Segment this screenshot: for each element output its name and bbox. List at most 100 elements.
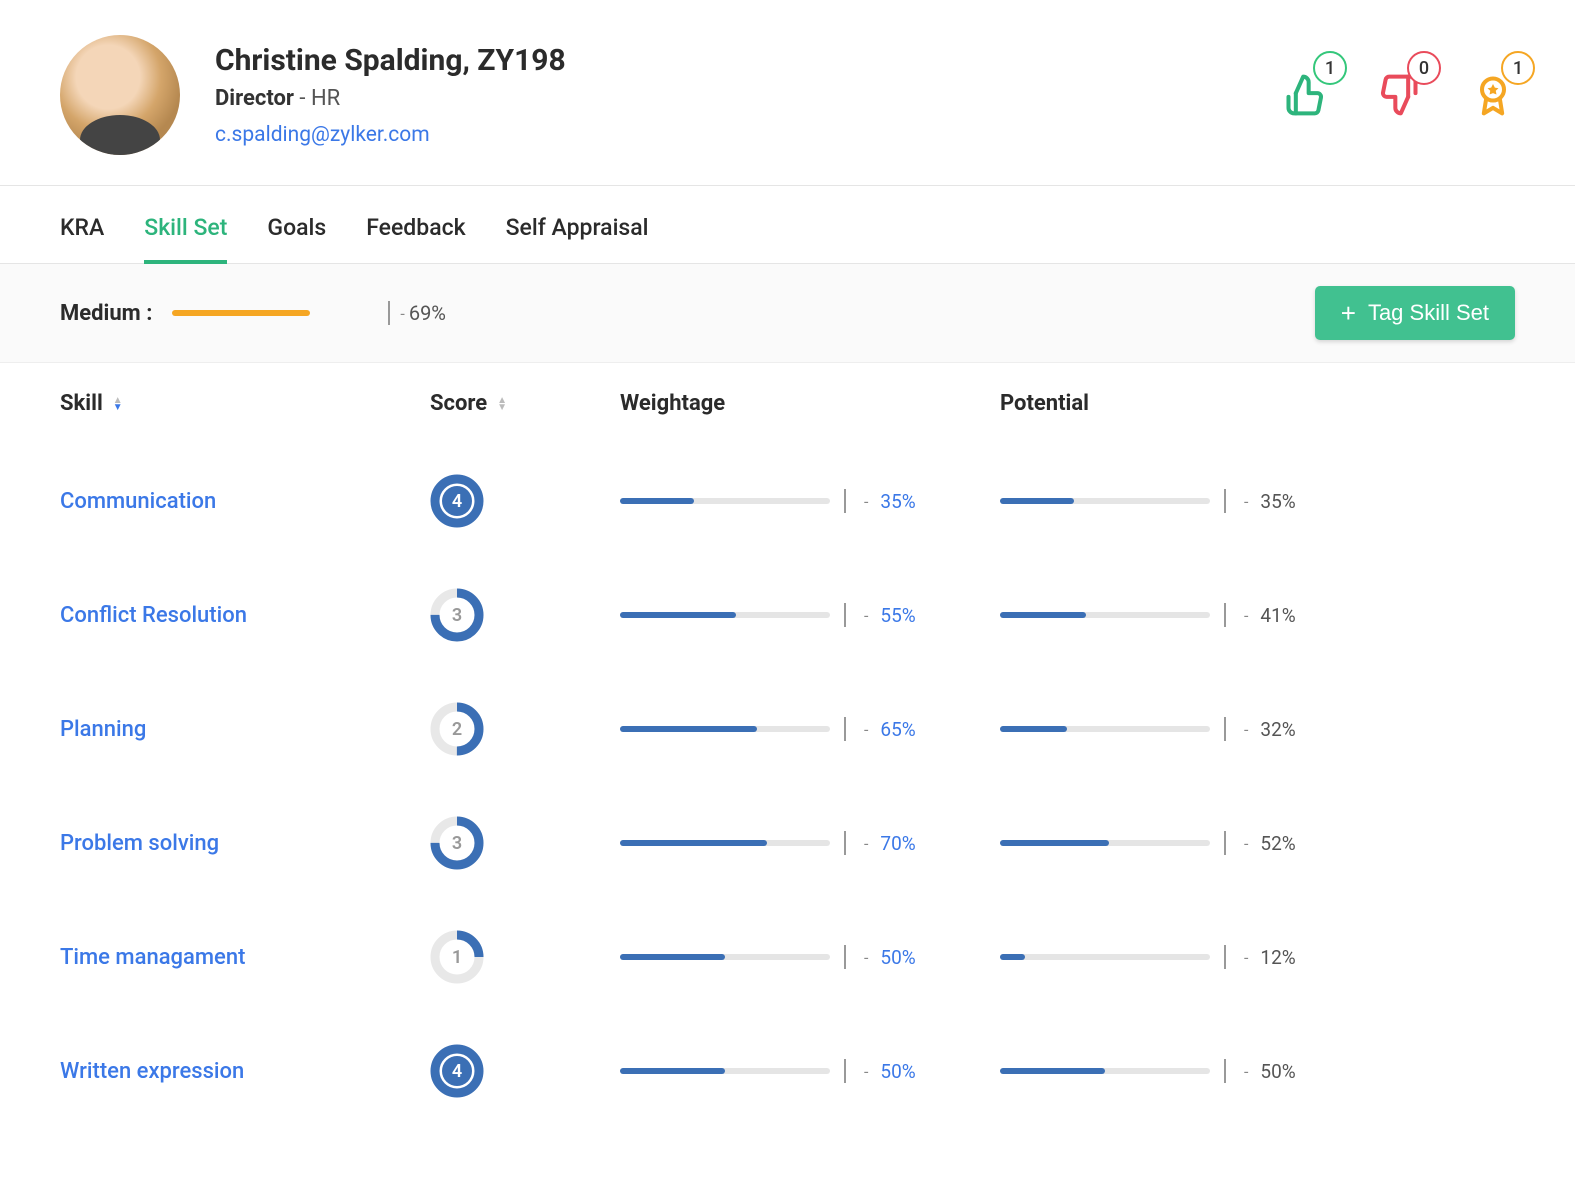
potential-bar: -35% (1000, 489, 1515, 513)
progress-track (620, 840, 830, 846)
tab-feedback[interactable]: Feedback (366, 214, 465, 263)
role-title: Director (215, 86, 294, 111)
progress-track (620, 498, 830, 504)
skill-name-link[interactable]: Communication (60, 489, 216, 514)
score-value: 3 (430, 816, 484, 870)
skill-name-link[interactable]: Problem solving (60, 831, 219, 856)
tab-self-appraisal[interactable]: Self Appraisal (506, 214, 649, 263)
progress-track (620, 612, 830, 618)
end-mark (844, 717, 846, 741)
tab-goals[interactable]: Goals (267, 214, 326, 263)
weightage-value: 70% (880, 832, 930, 855)
potential-bar: -32% (1000, 717, 1515, 741)
plus-icon: + (1341, 300, 1356, 326)
potential-bar: -12% (1000, 945, 1515, 969)
weightage-bar: -50% (620, 945, 1000, 969)
tab-skill-set[interactable]: Skill Set (144, 214, 227, 263)
skill-name-link[interactable]: Conflict Resolution (60, 603, 247, 628)
profile-email-link[interactable]: c.spalding@zylker.com (215, 123, 430, 147)
progress-track (620, 726, 830, 732)
profile-role: Director - HR (215, 86, 1283, 111)
tag-button-label: Tag Skill Set (1368, 300, 1489, 326)
potential-value: 12% (1260, 946, 1310, 969)
score-donut: 4 (430, 474, 484, 528)
weightage-bar: -70% (620, 831, 1000, 855)
skill-name-link[interactable]: Planning (60, 717, 146, 742)
table-row: Written expression 4 -50%-50% (60, 1014, 1515, 1128)
award-button[interactable]: 1 (1471, 73, 1515, 117)
role-dept: HR (311, 86, 340, 111)
table-header: Skill ▲▼ Score ▲▼ Weightage Potential (60, 363, 1515, 444)
score-value: 3 (430, 588, 484, 642)
score-value: 2 (430, 702, 484, 756)
col-header-skill[interactable]: Skill ▲▼ (60, 391, 430, 416)
profile-name: Christine Spalding, ZY198 (215, 43, 1283, 78)
summary-percent: 69% (409, 301, 446, 325)
skill-name-link[interactable]: Time managament (60, 945, 245, 970)
end-mark (1224, 945, 1226, 969)
score-donut: 3 (430, 588, 484, 642)
tab-kra[interactable]: KRA (60, 214, 104, 263)
score-value: 4 (442, 486, 472, 516)
potential-value: 52% (1260, 832, 1310, 855)
score-donut: 4 (430, 1044, 484, 1098)
table-row: Time managament 1 -50%-12% (60, 900, 1515, 1014)
end-mark (1224, 489, 1226, 513)
skill-table: Skill ▲▼ Score ▲▼ Weightage Potential Co… (0, 363, 1575, 1128)
col-header-potential: Potential (1000, 391, 1515, 416)
sort-icon: ▲▼ (497, 397, 507, 411)
score-value: 4 (442, 1056, 472, 1086)
weightage-value: 65% (880, 718, 930, 741)
potential-value: 50% (1260, 1060, 1310, 1083)
award-count: 1 (1501, 51, 1535, 85)
table-row: Problem solving 3 -70%-52% (60, 786, 1515, 900)
score-donut: 3 (430, 816, 484, 870)
col-header-weightage: Weightage (620, 391, 1000, 416)
tag-skill-set-button[interactable]: + Tag Skill Set (1315, 286, 1515, 340)
summary-track (172, 310, 372, 316)
progress-track (1000, 840, 1210, 846)
weightage-bar: -35% (620, 489, 1000, 513)
weightage-bar: -50% (620, 1059, 1000, 1083)
end-mark (1224, 603, 1226, 627)
table-row: Communication 4 -35%-35% (60, 444, 1515, 558)
score-value: 1 (430, 930, 484, 984)
potential-bar: -50% (1000, 1059, 1515, 1083)
end-mark (844, 945, 846, 969)
tabs: KRA Skill Set Goals Feedback Self Appraisal (0, 186, 1575, 264)
end-mark (844, 831, 846, 855)
potential-bar: -41% (1000, 603, 1515, 627)
skill-name-link[interactable]: Written expression (60, 1059, 244, 1084)
end-mark (1224, 831, 1226, 855)
weightage-value: 50% (880, 946, 930, 969)
summary-end-mark (388, 301, 390, 325)
summary-bar: Medium : - 69% + Tag Skill Set (0, 264, 1575, 363)
potential-value: 32% (1260, 718, 1310, 741)
col-header-score[interactable]: Score ▲▼ (430, 391, 620, 416)
progress-track (1000, 954, 1210, 960)
profile-header: Christine Spalding, ZY198 Director - HR … (0, 0, 1575, 186)
summary-fill (172, 310, 310, 316)
sort-icon: ▲▼ (113, 397, 123, 411)
weightage-value: 35% (880, 490, 930, 513)
score-donut: 1 (430, 930, 484, 984)
score-donut: 2 (430, 702, 484, 756)
progress-track (620, 954, 830, 960)
thumbs-up-button[interactable]: 1 (1283, 73, 1327, 117)
thumbs-up-count: 1 (1313, 51, 1347, 85)
thumbs-down-button[interactable]: 0 (1377, 73, 1421, 117)
table-row: Conflict Resolution3-55%-41% (60, 558, 1515, 672)
potential-bar: -52% (1000, 831, 1515, 855)
table-row: Planning2-65%-32% (60, 672, 1515, 786)
end-mark (844, 1059, 846, 1083)
progress-track (620, 1068, 830, 1074)
end-mark (1224, 717, 1226, 741)
header-actions: 1 0 1 (1283, 73, 1515, 117)
dash-separator: - (400, 304, 404, 323)
profile-info: Christine Spalding, ZY198 Director - HR … (215, 43, 1283, 147)
potential-value: 35% (1260, 490, 1310, 513)
avatar[interactable] (60, 35, 180, 155)
weightage-value: 50% (880, 1060, 930, 1083)
end-mark (844, 489, 846, 513)
weightage-value: 55% (880, 604, 930, 627)
